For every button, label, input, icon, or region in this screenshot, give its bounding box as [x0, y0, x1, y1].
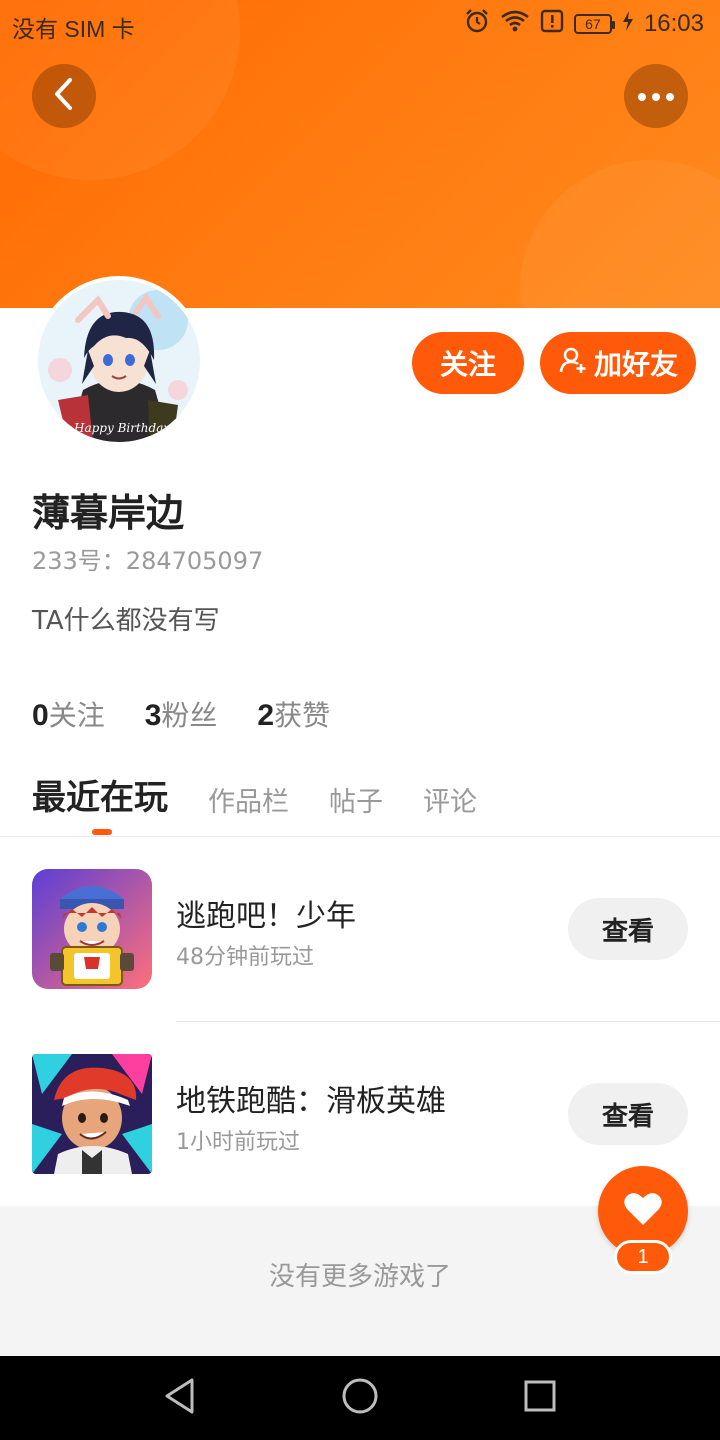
circle-home-icon	[340, 1376, 380, 1420]
stat-number: 0	[32, 699, 49, 732]
square-recents-icon	[522, 1378, 558, 1418]
avatar[interactable]: Happy Birthday	[34, 276, 204, 446]
game-icon	[32, 1054, 152, 1174]
wifi-icon	[500, 9, 530, 39]
stat-likes[interactable]: 2获赞	[257, 694, 330, 734]
status-bar: 没有 SIM 卡 67 16:03	[0, 0, 720, 50]
game-name: 逃跑吧！少年	[176, 899, 356, 934]
chevron-left-icon	[50, 77, 78, 115]
stat-label: 关注	[48, 699, 105, 732]
status-icons: 67 16:03	[464, 8, 704, 40]
nav-home-button[interactable]	[338, 1376, 382, 1420]
follow-button[interactable]: 关注	[412, 332, 524, 394]
add-friend-label: 加好友	[593, 348, 678, 381]
stat-following[interactable]: 0关注	[32, 694, 105, 734]
stat-label: 粉丝	[161, 699, 218, 732]
alert-icon	[540, 9, 564, 39]
nav-back-button[interactable]	[158, 1376, 202, 1420]
view-game-button[interactable]: 查看	[568, 898, 688, 960]
more-dots-icon	[636, 87, 676, 106]
game-name: 地铁跑酷：滑板英雄	[176, 1084, 446, 1119]
divider	[176, 1021, 720, 1022]
list-item[interactable]: 地铁跑酷：滑板英雄 1小时前玩过 查看	[0, 1054, 720, 1174]
stat-number: 2	[257, 699, 275, 732]
tab-posts[interactable]: 帖子	[329, 780, 383, 827]
no-more-games-text: 没有更多游戏了	[268, 1262, 451, 1292]
charging-icon	[622, 10, 634, 38]
user-bio: TA什么都没有写	[32, 606, 220, 636]
game-icon	[32, 869, 152, 989]
profile-stats: 0关注 3粉丝 2获赞	[32, 694, 330, 734]
profile-tabs: 最近在玩 作品栏 帖子 评论	[32, 770, 477, 827]
back-button[interactable]	[32, 64, 96, 128]
system-navigation-bar	[0, 1356, 720, 1440]
stat-label: 获赞	[274, 699, 331, 732]
list-item[interactable]: 逃跑吧！少年 48分钟前玩过 查看	[0, 869, 720, 989]
like-count-badge: 1	[614, 1240, 672, 1274]
tab-works[interactable]: 作品栏	[208, 780, 289, 827]
stat-number: 3	[144, 699, 162, 732]
avatar-caption: Happy Birthday	[73, 421, 170, 435]
divider	[0, 836, 720, 837]
triangle-back-icon	[162, 1377, 198, 1419]
heart-icon	[623, 1191, 663, 1231]
view-game-button[interactable]: 查看	[568, 1083, 688, 1145]
last-played-time: 1小时前玩过	[176, 1130, 300, 1155]
carrier-text: 没有 SIM 卡	[12, 16, 135, 42]
avatar-image: Happy Birthday	[38, 280, 200, 442]
last-played-time: 48分钟前玩过	[176, 945, 314, 970]
tab-recently-played[interactable]: 最近在玩	[32, 770, 168, 827]
battery-icon: 67	[573, 14, 615, 34]
more-options-button[interactable]	[624, 64, 688, 128]
tab-comments[interactable]: 评论	[423, 780, 477, 827]
username: 薄暮岸边	[32, 491, 185, 535]
header-decoration	[520, 160, 720, 308]
user-id[interactable]: 233号：284705097	[32, 541, 263, 576]
alarm-icon	[464, 8, 490, 40]
clock-time: 16:03	[643, 10, 704, 37]
stat-followers[interactable]: 3粉丝	[145, 694, 218, 734]
add-user-icon	[558, 345, 588, 382]
active-tab-indicator	[92, 829, 112, 835]
add-friend-button[interactable]: 加好友	[540, 332, 696, 394]
follow-button-label: 关注	[439, 348, 496, 381]
nav-recents-button[interactable]	[518, 1376, 562, 1420]
